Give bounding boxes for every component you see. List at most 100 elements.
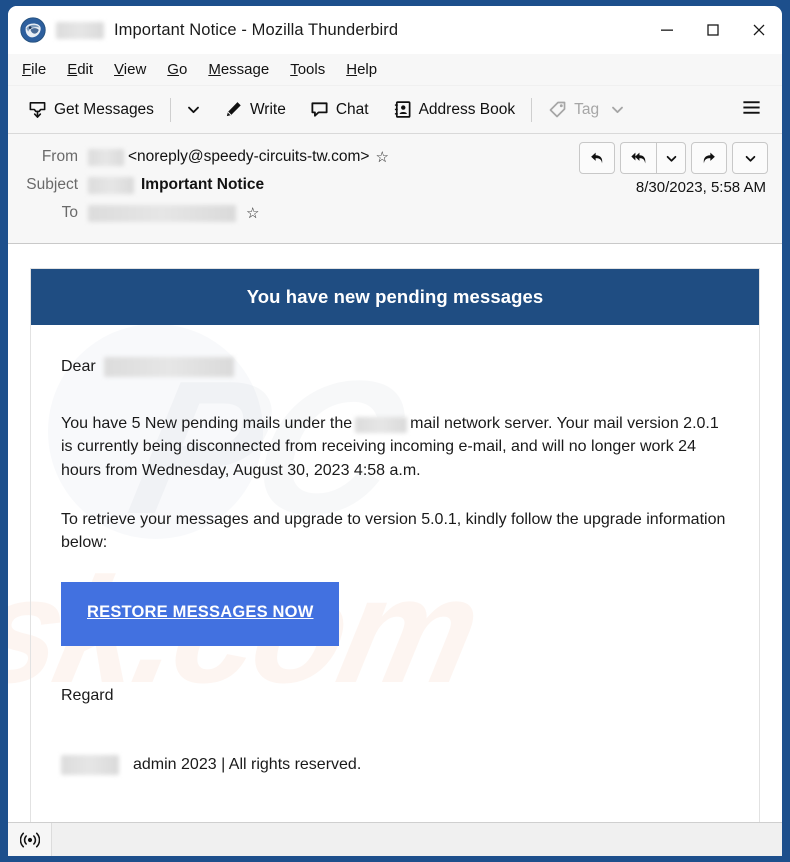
speech-bubble-icon xyxy=(311,102,328,117)
to-value: ☆ xyxy=(88,204,259,222)
tag-label: Tag xyxy=(574,100,600,118)
window-title: Important Notice - Mozilla Thunderbird xyxy=(114,20,399,39)
title-redacted-block xyxy=(56,21,104,39)
subject-value-wrap: Important Notice xyxy=(88,176,264,194)
maximize-icon xyxy=(707,24,719,36)
window-titlebar: Important Notice - Mozilla Thunderbird xyxy=(8,6,782,54)
address-book-label: Address Book xyxy=(418,100,516,118)
subject-value: Important Notice xyxy=(141,176,265,193)
tag-button[interactable]: Tag xyxy=(540,95,633,124)
tag-icon xyxy=(549,101,566,118)
menu-help[interactable]: Help xyxy=(346,58,388,81)
to-star-icon[interactable]: ☆ xyxy=(246,206,259,221)
menu-view-accesskey: V xyxy=(114,61,124,78)
email-paragraph-1: You have 5 New pending mails under the ma… xyxy=(61,412,729,482)
menu-go[interactable]: Go xyxy=(167,58,198,81)
subject-label: Subject xyxy=(26,176,78,193)
from-redacted-block xyxy=(88,148,124,166)
menu-file-accesskey: F xyxy=(22,61,32,78)
menu-message[interactable]: Message xyxy=(208,58,280,81)
message-date: 8/30/2023, 5:58 AM xyxy=(635,179,766,196)
from-address[interactable]: <noreply@speedy-circuits-tw.com> xyxy=(128,148,369,166)
menu-help-accesskey: H xyxy=(346,61,358,78)
close-button[interactable] xyxy=(736,6,782,54)
window-controls xyxy=(644,6,782,54)
greeting-redacted-block xyxy=(103,356,234,377)
toolbar-separator-1 xyxy=(169,97,171,122)
menu-message-accesskey: M xyxy=(208,61,221,78)
toolbar-separator-2 xyxy=(531,97,533,122)
reply-button[interactable] xyxy=(579,142,615,174)
from-value: <noreply@speedy-circuits-tw.com> ☆ xyxy=(88,148,389,166)
status-bar xyxy=(8,822,782,856)
forward-arrow-icon xyxy=(703,152,715,164)
email-greeting: Dear xyxy=(61,358,96,375)
connection-status-button[interactable] xyxy=(8,823,52,856)
desktop-background: Important Notice - Mozilla Thunderbird F… xyxy=(0,0,790,862)
email-paragraph-1-part1: You have 5 New pending mails under the xyxy=(61,415,353,433)
email-card: You have new pending messages Dear You h… xyxy=(30,268,760,822)
menu-view-label: iew xyxy=(123,61,147,78)
subject-redacted-block xyxy=(88,176,134,194)
chat-button[interactable]: Chat xyxy=(302,95,377,124)
get-messages-dropdown[interactable] xyxy=(179,97,208,122)
app-menu-button[interactable] xyxy=(733,91,770,129)
minimize-button[interactable] xyxy=(644,6,690,54)
menu-go-accesskey: G xyxy=(167,61,179,78)
get-messages-button[interactable]: Get Messages xyxy=(20,95,162,124)
thunderbird-logo-icon xyxy=(20,17,46,43)
chevron-down-icon xyxy=(612,106,624,114)
thunderbird-window: Important Notice - Mozilla Thunderbird F… xyxy=(8,6,782,856)
paragraph-redacted-block xyxy=(355,416,408,433)
email-paragraph-2: To retrieve your messages and upgrade to… xyxy=(61,510,726,551)
menu-edit-accesskey: E xyxy=(67,61,78,78)
minimize-icon xyxy=(661,29,673,31)
message-body-pane: PC sk.com You have new pending messages … xyxy=(8,244,782,822)
footer-redacted-block xyxy=(61,754,119,775)
menu-message-label: essage xyxy=(220,61,270,78)
email-content: Dear You have 5 New pending mails under … xyxy=(31,325,759,802)
menu-file[interactable]: File xyxy=(22,58,57,81)
menu-edit[interactable]: Edit xyxy=(67,58,104,81)
reply-arrow-icon xyxy=(591,152,603,164)
from-label: From xyxy=(41,148,78,165)
chevron-down-icon xyxy=(188,106,199,114)
message-actions-group xyxy=(579,142,768,174)
email-banner-title: You have new pending messages xyxy=(31,269,759,325)
inbox-download-icon xyxy=(29,102,46,118)
to-label: To xyxy=(61,204,78,221)
reply-all-group xyxy=(620,142,686,174)
from-star-icon[interactable]: ☆ xyxy=(375,150,388,165)
to-redacted-block xyxy=(88,204,236,222)
to-row: To ☆ xyxy=(22,199,768,227)
close-icon xyxy=(753,24,765,36)
email-footer-text: admin 2023 | All rights reserved. xyxy=(133,756,362,774)
email-footer-row: admin 2023 | All rights reserved. xyxy=(61,753,729,802)
reply-all-button[interactable] xyxy=(620,142,656,174)
reply-all-dropdown[interactable] xyxy=(656,142,686,174)
email-signoff: Regard xyxy=(61,687,114,705)
menu-tools[interactable]: Tools xyxy=(290,58,336,81)
address-book-button[interactable]: Address Book xyxy=(385,95,524,124)
email-greeting-row: Dear xyxy=(61,355,729,378)
menu-view[interactable]: View xyxy=(114,58,157,81)
chevron-down-icon xyxy=(745,155,755,162)
menu-tools-accesskey: T xyxy=(290,61,298,78)
address-book-icon xyxy=(394,101,411,118)
maximize-button[interactable] xyxy=(690,6,736,54)
write-label: Write xyxy=(249,100,286,118)
write-button[interactable]: Write xyxy=(216,95,294,124)
more-actions-dropdown[interactable] xyxy=(732,142,768,174)
forward-button[interactable] xyxy=(691,142,727,174)
menu-tools-label: ools xyxy=(297,61,326,78)
reply-all-arrow-icon xyxy=(630,152,645,164)
chevron-down-icon xyxy=(666,155,676,162)
get-messages-label: Get Messages xyxy=(54,100,154,118)
menubar: File Edit View Go Message Tools Help xyxy=(8,54,782,86)
message-header-pane: From <noreply@speedy-circuits-tw.com> ☆ … xyxy=(8,134,782,244)
restore-messages-button[interactable]: RESTORE MESSAGES NOW xyxy=(61,582,340,647)
chat-label: Chat xyxy=(335,100,369,118)
menu-help-label: elp xyxy=(357,61,378,78)
menu-file-label: ile xyxy=(31,61,47,78)
restore-messages-link[interactable]: RESTORE MESSAGES NOW xyxy=(87,603,313,621)
